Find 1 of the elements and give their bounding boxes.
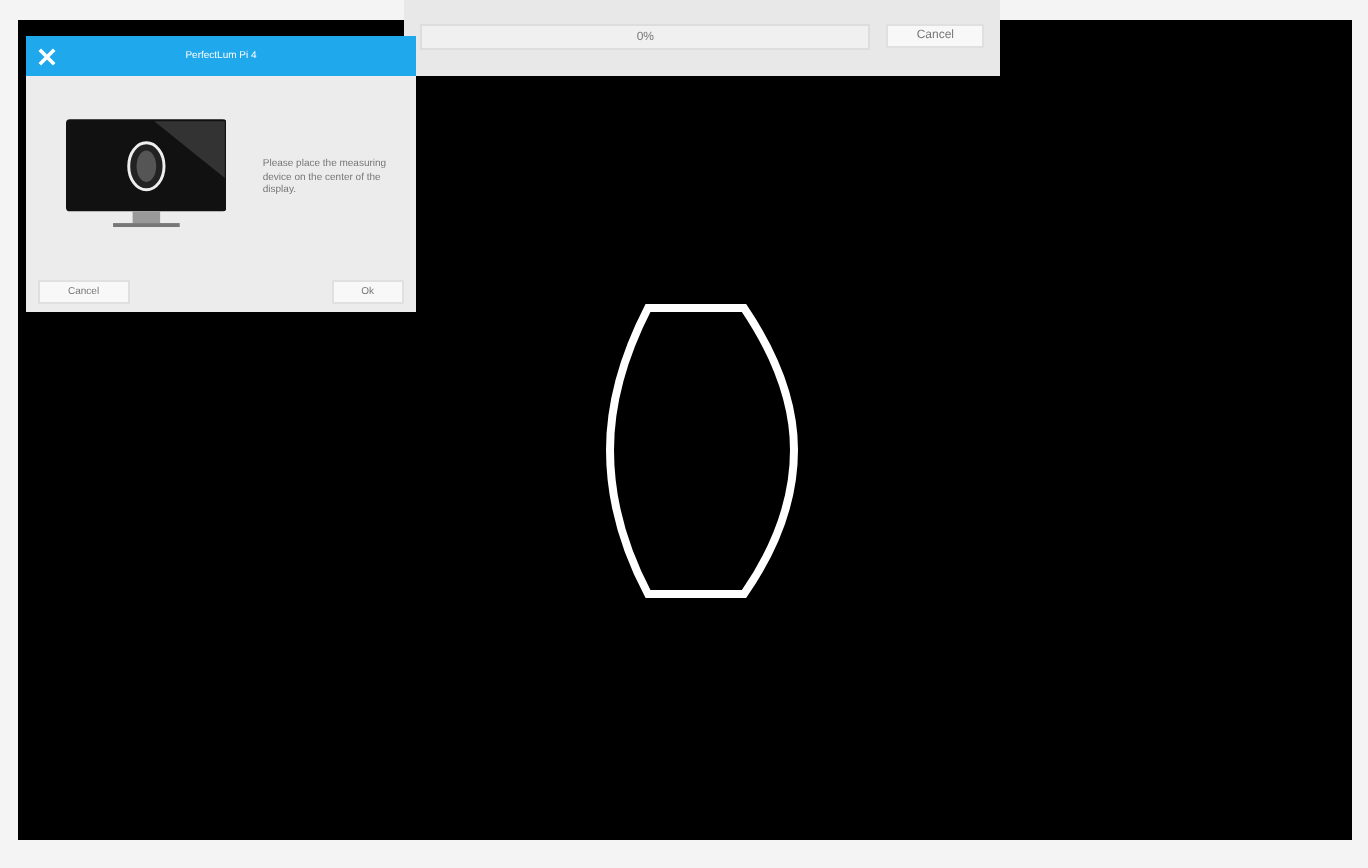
close-icon[interactable] [38,47,56,65]
